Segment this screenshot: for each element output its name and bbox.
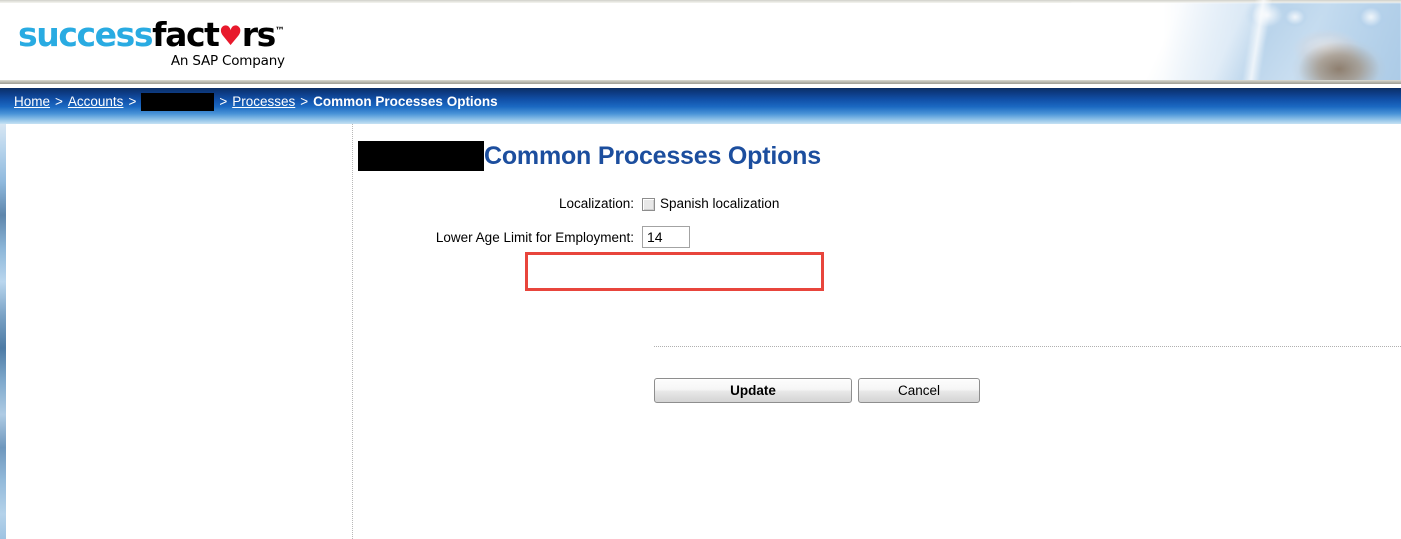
update-button[interactable]: Update <box>654 378 852 403</box>
cancel-button[interactable]: Cancel <box>858 378 980 403</box>
trademark-icon: ™ <box>274 26 285 37</box>
lower-age-limit-field <box>642 226 690 248</box>
spanish-localization-checkbox[interactable] <box>642 197 655 211</box>
heart-icon: ♥ <box>218 21 243 52</box>
lower-age-limit-row: Lower Age Limit for Employment: <box>6 220 1401 254</box>
breadcrumb-redacted-account <box>141 93 215 111</box>
breadcrumb-link-accounts[interactable]: Accounts <box>68 94 124 109</box>
breadcrumb: Home > Accounts > > Processes > Common P… <box>14 88 498 114</box>
page-title: Common Processes Options <box>484 141 821 170</box>
breadcrumb-bar: Home > Accounts > > Processes > Common P… <box>0 88 1401 124</box>
form-actions: Update Cancel <box>654 378 980 403</box>
logo-tagline: An SAP Company <box>170 53 285 69</box>
form-actions-divider <box>654 346 1401 347</box>
localization-highlight-annotation <box>525 252 824 291</box>
localization-row: Localization: Spanish localization <box>6 186 1401 220</box>
successfactors-logo[interactable]: successfact♥rs™ An SAP Company <box>18 18 285 69</box>
content-area: Common Processes Options Localization: S… <box>6 124 1401 539</box>
breadcrumb-separator: > <box>300 93 309 109</box>
breadcrumb-separator: > <box>55 93 63 109</box>
breadcrumb-separator: > <box>219 93 228 109</box>
breadcrumb-separator: > <box>128 93 137 109</box>
page-title-row: Common Processes Options <box>358 141 821 171</box>
page-title-redacted-company <box>358 141 484 171</box>
masthead-bottom-border <box>0 80 1401 84</box>
spanish-localization-label[interactable]: Spanish localization <box>660 196 779 211</box>
logo-wordmark: successfact♥rs™ <box>18 18 285 51</box>
localization-label: Localization: <box>558 195 634 211</box>
logo-text-success: success <box>18 15 154 54</box>
lower-age-limit-input[interactable] <box>642 226 690 248</box>
logo-text-rs: rs <box>241 15 277 54</box>
breadcrumb-current-page: Common Processes Options <box>313 93 498 109</box>
breadcrumb-link-processes[interactable]: Processes <box>232 94 295 109</box>
localization-field: Spanish localization <box>642 196 779 211</box>
lower-age-limit-label: Lower Age Limit for Employment: <box>435 229 634 245</box>
common-processes-options-form: Localization: Spanish localization Lower… <box>6 186 1401 403</box>
logo-text-fact: fact <box>152 15 220 54</box>
breadcrumb-link-home[interactable]: Home <box>14 94 50 109</box>
masthead-decorative-photo <box>1071 3 1401 81</box>
masthead: successfact♥rs™ An SAP Company <box>0 0 1401 84</box>
